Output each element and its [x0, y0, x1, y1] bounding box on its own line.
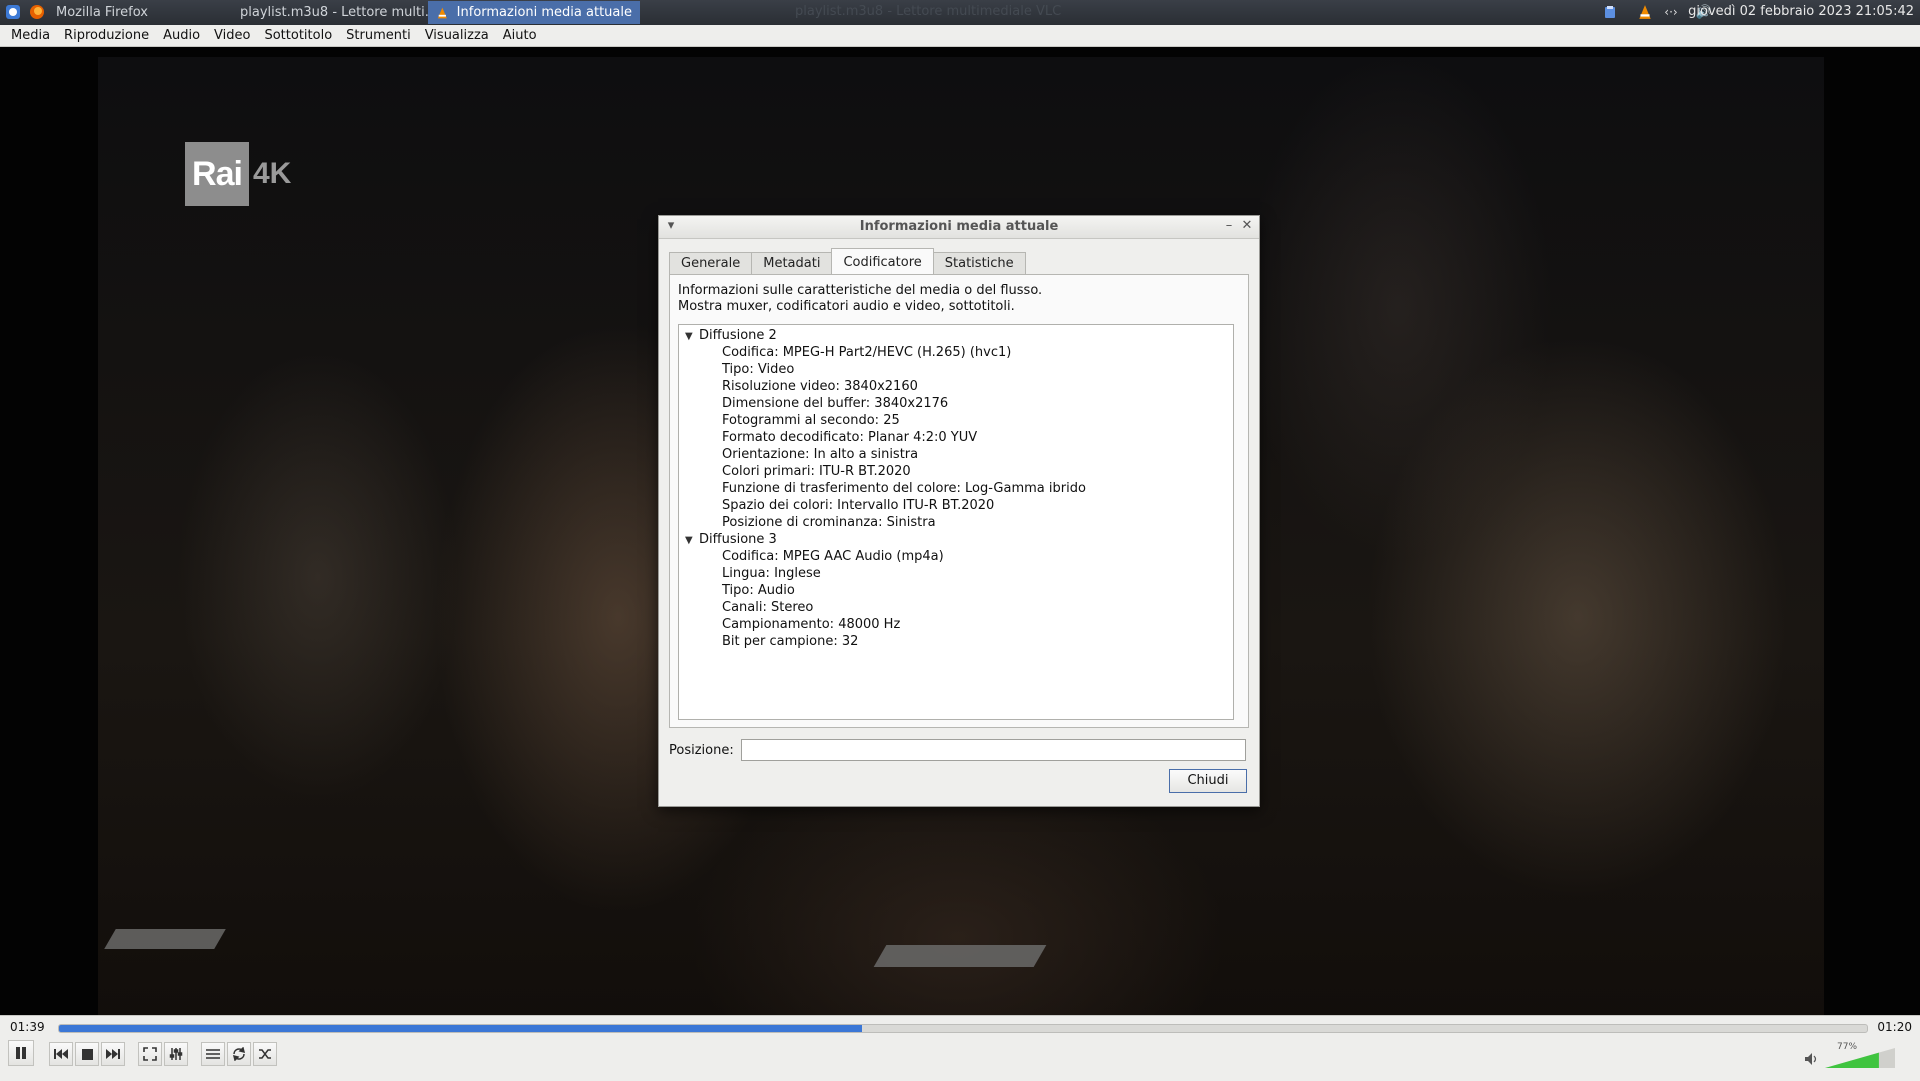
tab-codificatore[interactable]: Codificatore — [831, 248, 934, 274]
menu-sottotitolo[interactable]: Sottotitolo — [257, 25, 339, 46]
fullscreen-icon — [143, 1047, 157, 1061]
tree-leaf[interactable]: Canali: Stereo — [722, 599, 813, 616]
task-firefox-label: Mozilla Firefox — [56, 5, 148, 20]
seek-bar-fill — [59, 1025, 862, 1032]
clock[interactable]: giovedì 02 febbraio 2023 21:05:42 — [1688, 4, 1914, 19]
volume-slider[interactable]: 77% — [1825, 1042, 1895, 1068]
close-button[interactable]: Chiudi — [1169, 769, 1247, 793]
task-vlc-playlist-label: playlist.m3u8 - Lettore multi... — [240, 5, 438, 20]
playlist-icon — [206, 1049, 220, 1059]
menu-audio[interactable]: Audio — [156, 25, 207, 46]
menu-riproduzione[interactable]: Riproduzione — [57, 25, 156, 46]
remaining-time[interactable]: 01:20 — [1877, 1020, 1912, 1034]
task-media-info-label: Informazioni media attuale — [456, 5, 632, 20]
tab-generale[interactable]: Generale — [669, 252, 753, 274]
seek-bar[interactable] — [58, 1024, 1868, 1033]
tree-leaf[interactable]: Codifica: MPEG AAC Audio (mp4a) — [722, 548, 944, 565]
menu-video[interactable]: Video — [207, 25, 257, 46]
loop-icon — [232, 1047, 246, 1061]
tree-leaf[interactable]: Bit per campione: 32 — [722, 633, 858, 650]
menu-visualizza[interactable]: Visualizza — [418, 25, 496, 46]
tree-node-stream-2[interactable]: ▼ Diffusione 2 — [685, 327, 777, 344]
dialog-title: Informazioni media attuale — [859, 219, 1059, 234]
playlist-button[interactable] — [201, 1042, 225, 1066]
tree-leaf[interactable]: Posizione di crominanza: Sinistra — [722, 514, 936, 531]
playback-controls: 01:39 01:20 77% — [0, 1015, 1920, 1081]
previous-button[interactable] — [49, 1042, 73, 1066]
position-label: Posizione: — [669, 743, 734, 758]
tab-statistiche[interactable]: Statistiche — [932, 252, 1026, 274]
taskbar: Mozilla Firefox playlist.m3u8 - Lettore … — [0, 0, 1920, 25]
task-media-info[interactable]: Informazioni media attuale — [428, 1, 640, 24]
tree-leaf[interactable]: Campionamento: 48000 Hz — [722, 616, 900, 633]
tree-leaf[interactable]: Codifica: MPEG-H Part2/HEVC (H.265) (hvc… — [722, 344, 1011, 361]
app-menu-icon[interactable] — [4, 3, 22, 21]
tree-leaf[interactable]: Spazio dei colori: Intervallo ITU-R BT.2… — [722, 497, 994, 514]
tree-leaf[interactable]: Orientazione: In alto a sinistra — [722, 446, 918, 463]
logo-box: Rai — [185, 142, 249, 206]
vlc-cone-icon — [437, 7, 447, 18]
elapsed-time[interactable]: 01:39 — [10, 1020, 45, 1034]
shuffle-button[interactable] — [253, 1042, 277, 1066]
skip-next-icon — [106, 1049, 120, 1059]
shuffle-icon — [259, 1049, 271, 1059]
stage-prop — [104, 929, 226, 949]
speaker-icon[interactable] — [1804, 1052, 1818, 1066]
volume-percent: 77% — [1837, 1042, 1858, 1052]
tree-leaf[interactable]: Dimensione del buffer: 3840x2176 — [722, 395, 948, 412]
menubar: Media Riproduzione Audio Video Sottotito… — [0, 25, 1920, 47]
stop-button[interactable] — [75, 1042, 99, 1066]
skip-previous-icon — [54, 1049, 68, 1059]
background-window-title: playlist.m3u8 - Lettore multimediale VLC — [795, 4, 1062, 19]
tree-leaf[interactable]: Tipo: Video — [722, 361, 794, 378]
description-line-2: Mostra muxer, codificatori audio e video… — [678, 299, 1015, 314]
stream-2-label: Diffusione 2 — [699, 328, 777, 343]
volume-triangle — [1825, 1048, 1895, 1068]
loop-button[interactable] — [227, 1042, 251, 1066]
expanded-arrow-icon[interactable]: ▼ — [685, 532, 699, 549]
menu-media[interactable]: Media — [0, 25, 57, 46]
tree-leaf[interactable]: Lingua: Inglese — [722, 565, 821, 582]
panel-description: Informazioni sulle caratteristiche del m… — [678, 283, 1042, 315]
equalizer-icon — [169, 1048, 183, 1060]
close-icon[interactable]: ✕ — [1239, 218, 1255, 234]
channel-logo: Rai 4K — [185, 142, 291, 206]
menu-aiuto[interactable]: Aiuto — [496, 25, 544, 46]
tree-node-stream-3[interactable]: ▼ Diffusione 3 — [685, 531, 777, 548]
tree-leaf[interactable]: Colori primari: ITU-R BT.2020 — [722, 463, 911, 480]
vlc-tray-icon[interactable] — [1636, 3, 1654, 21]
codec-tree[interactable]: ▼ Diffusione 2 Codifica: MPEG-H Part2/HEV… — [678, 324, 1234, 720]
firefox-launcher-icon[interactable] — [28, 3, 46, 21]
stop-icon — [81, 1048, 93, 1060]
tree-leaf[interactable]: Fotogrammi al secondo: 25 — [722, 412, 900, 429]
task-vlc-playlist[interactable]: playlist.m3u8 - Lettore multi... — [224, 1, 440, 24]
clipboard-icon[interactable] — [1601, 3, 1619, 21]
tree-leaf[interactable]: Funzione di trasferimento del colore: Lo… — [722, 480, 1086, 497]
tree-leaf[interactable]: Tipo: Audio — [722, 582, 795, 599]
tab-bar: Generale Metadati Codificatore Statistic… — [669, 248, 1026, 274]
logo-suffix: 4K — [253, 157, 292, 190]
next-button[interactable] — [101, 1042, 125, 1066]
codec-panel: Informazioni sulle caratteristiche del m… — [669, 274, 1249, 728]
task-firefox[interactable]: Mozilla Firefox — [48, 1, 234, 24]
stage-prop — [873, 945, 1047, 967]
extended-settings-button[interactable] — [164, 1042, 188, 1066]
minimize-icon[interactable]: – — [1221, 218, 1237, 234]
tree-leaf[interactable]: Risoluzione video: 3840x2160 — [722, 378, 918, 395]
expanded-arrow-icon[interactable]: ▼ — [685, 328, 699, 345]
stream-3-label: Diffusione 3 — [699, 532, 777, 547]
pause-icon — [16, 1047, 26, 1059]
dialog-titlebar[interactable]: ▾ Informazioni media attuale – ✕ — [659, 216, 1259, 239]
tab-metadati[interactable]: Metadati — [751, 252, 833, 274]
position-input[interactable] — [741, 739, 1246, 761]
pause-button[interactable] — [8, 1040, 34, 1066]
network-icon[interactable]: ‹·› — [1660, 3, 1682, 21]
description-line-1: Informazioni sulle caratteristiche del m… — [678, 283, 1043, 298]
tree-leaf[interactable]: Formato decodificato: Planar 4:2:0 YUV — [722, 429, 977, 446]
fullscreen-button[interactable] — [138, 1042, 162, 1066]
menu-strumenti[interactable]: Strumenti — [339, 25, 418, 46]
media-info-dialog: ▾ Informazioni media attuale – ✕ General… — [658, 215, 1260, 807]
